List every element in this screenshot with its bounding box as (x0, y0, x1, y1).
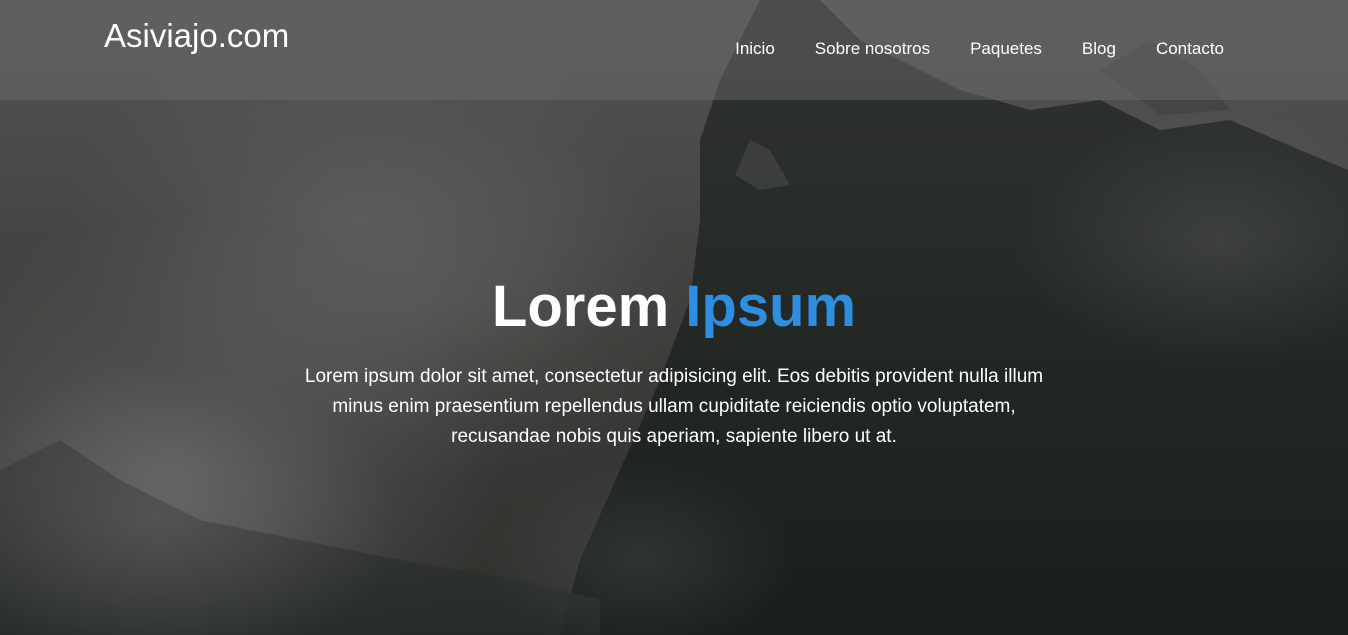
nav-sobre-nosotros[interactable]: Sobre nosotros (815, 38, 930, 60)
nav-blog[interactable]: Blog (1082, 38, 1116, 60)
nav-contacto[interactable]: Contacto (1156, 38, 1224, 60)
nav-inicio[interactable]: Inicio (735, 38, 775, 60)
site-logo[interactable]: Asiviajo.com (104, 16, 289, 56)
nav-paquetes[interactable]: Paquetes (970, 38, 1042, 60)
hero-section: Lorem Ipsum Lorem ipsum dolor sit amet, … (0, 272, 1348, 452)
hero-title-main: Lorem (491, 274, 670, 339)
hero-description: Lorem ipsum dolor sit amet, consectetur … (304, 366, 1044, 447)
main-nav: Inicio Sobre nosotros Paquetes Blog Cont… (735, 38, 1224, 60)
hero-title-accent: Ipsum (685, 274, 857, 339)
site-header: Asiviajo.com Inicio Sobre nosotros Paque… (0, 0, 1348, 100)
hero-title: Lorem Ipsum (0, 272, 1348, 342)
